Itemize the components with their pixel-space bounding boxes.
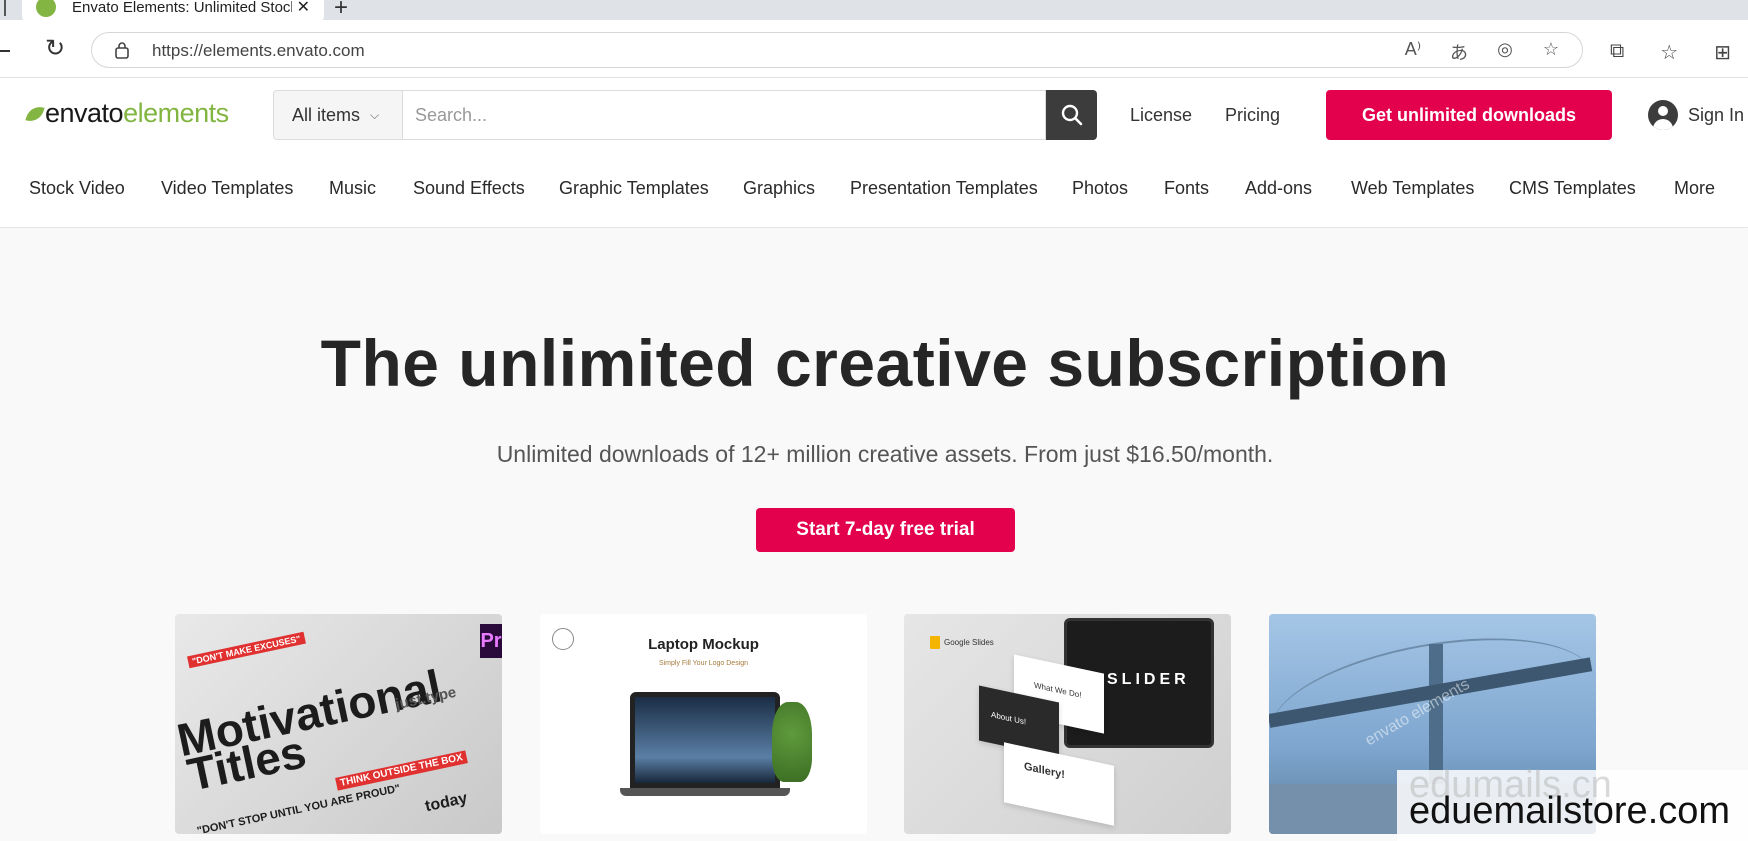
category-sound-effects[interactable]: Sound Effects (413, 178, 525, 199)
hero-title: The unlimited creative subscription (320, 326, 1450, 400)
back-icon[interactable] (0, 50, 10, 52)
pricing-link[interactable]: Pricing (1225, 105, 1280, 126)
lock-icon[interactable] (114, 41, 132, 59)
google-slides-icon (930, 636, 940, 649)
category-more[interactable]: More (1674, 178, 1715, 199)
leaf-icon (25, 102, 45, 125)
laptop-screen-image (630, 692, 780, 788)
preview-card-laptop-mockup[interactable]: Laptop Mockup Simply Fill Your Logo Desi… (540, 614, 867, 834)
category-nav: Stock Video Video Templates Music Sound … (0, 178, 1748, 214)
favorites-icon[interactable]: ☆ (1660, 40, 1678, 65)
envato-elements-logo[interactable]: envato elements (25, 98, 229, 129)
slide-label-gallery: Gallery! (1024, 760, 1065, 782)
tag-dont-make-excuses: "DON'T MAKE EXCUSES" (187, 631, 306, 669)
plant-image (772, 702, 812, 782)
category-photos[interactable]: Photos (1072, 178, 1128, 199)
slider-text: SLIDER (1107, 671, 1190, 688)
hero-subtitle: Unlimited downloads of 12+ million creat… (496, 441, 1274, 467)
browser-toolbar: ↻ https://elements.envato.com A⁾ あ ◎ ☆ ⧉… (0, 20, 1748, 78)
user-icon (1648, 100, 1678, 130)
category-add-ons[interactable]: Add-ons (1245, 178, 1312, 199)
chevron-down-icon: ⌵ (370, 107, 380, 122)
add-favorite-icon[interactable]: ☆ (1538, 39, 1564, 65)
laptop-base-image (620, 788, 790, 796)
google-slides-logo: Google Slides (930, 636, 994, 649)
url-text[interactable]: https://elements.envato.com (152, 41, 365, 61)
license-link[interactable]: License (1130, 105, 1192, 126)
slide-label-about-us: About Us! (991, 710, 1027, 727)
start-free-trial-button[interactable]: Start 7-day free trial (756, 508, 1015, 552)
refresh-icon[interactable]: ↻ (40, 34, 70, 64)
tag-today: today (423, 789, 469, 816)
category-graphic-templates[interactable]: Graphic Templates (559, 178, 709, 199)
collections-icon[interactable]: ⊞ (1714, 40, 1731, 65)
close-icon[interactable]: ✕ (297, 0, 310, 17)
preview-card-motivational-titles[interactable]: "DON'T MAKE EXCUSES" Motivational Titles… (175, 614, 502, 834)
logo-envato-text: envato (45, 98, 124, 128)
tag-think-outside-the-box: THINK OUTSIDE THE BOX (335, 750, 468, 791)
slide-label-what-we-do: What We Do! (1034, 680, 1082, 700)
tab-title: Envato Elements: Unlimited Stock (72, 0, 292, 16)
sign-in-link[interactable]: Sign In (1648, 100, 1744, 130)
read-aloud-icon[interactable]: A⁾ (1400, 39, 1426, 65)
filter-label: All items (292, 104, 361, 125)
browser-tools: ⧉ ☆ ⊞ (1610, 40, 1731, 65)
browser-tab[interactable]: Envato Elements: Unlimited Stock ✕ (22, 0, 324, 22)
sign-in-label: Sign In (1688, 104, 1745, 125)
search-icon (1061, 104, 1082, 126)
google-slides-label: Google Slides (944, 638, 994, 647)
preview-card-slides-template[interactable]: Google Slides SLIDER What We Do! About U… (904, 614, 1231, 834)
category-stock-video[interactable]: Stock Video (29, 178, 125, 199)
search-button[interactable] (1046, 90, 1097, 140)
category-filter-dropdown[interactable]: All items ⌵ (273, 90, 403, 140)
category-music[interactable]: Music (329, 178, 376, 199)
envato-favicon-icon (36, 0, 56, 17)
search-input[interactable] (403, 90, 1046, 140)
category-presentation-templates[interactable]: Presentation Templates (850, 178, 1038, 199)
tracking-prevention-icon[interactable]: ◎ (1492, 39, 1518, 65)
category-cms-templates[interactable]: CMS Templates (1509, 178, 1636, 199)
hero-section: The unlimited creative subscription Unli… (0, 229, 1748, 841)
get-unlimited-downloads-button[interactable]: Get unlimited downloads (1326, 90, 1612, 140)
category-fonts[interactable]: Fonts (1164, 178, 1209, 199)
browser-tab-bar: Envato Elements: Unlimited Stock ✕ + (0, 0, 1748, 22)
slide-gallery: Gallery! (1004, 742, 1114, 826)
watermark-text: eduemailstore.com (1409, 790, 1731, 832)
extensions-icon[interactable]: ⧉ (1610, 40, 1624, 65)
address-bar[interactable]: https://elements.envato.com A⁾ あ ◎ ☆ (91, 32, 1583, 68)
new-tab-icon[interactable]: + (334, 0, 348, 22)
premiere-pro-icon: Pr (480, 624, 502, 658)
search-group: All items ⌵ (273, 90, 1097, 140)
laptop-mockup-subtitle: Simply Fill Your Logo Design (658, 660, 749, 667)
logo-elements-text: elements (123, 98, 229, 128)
address-bar-tools: A⁾ あ ◎ ☆ (1400, 39, 1564, 65)
site-watermark: edumails.cn eduemailstore.com (1397, 764, 1748, 841)
laptop-mockup-title: Laptop Mockup (648, 636, 759, 653)
site-header: envato elements All items ⌵ License Pric… (0, 78, 1748, 228)
tab-edge (0, 0, 6, 16)
category-web-templates[interactable]: Web Templates (1351, 178, 1474, 199)
category-video-templates[interactable]: Video Templates (161, 178, 293, 199)
category-graphics[interactable]: Graphics (743, 178, 815, 199)
translate-icon[interactable]: あ (1446, 39, 1472, 65)
